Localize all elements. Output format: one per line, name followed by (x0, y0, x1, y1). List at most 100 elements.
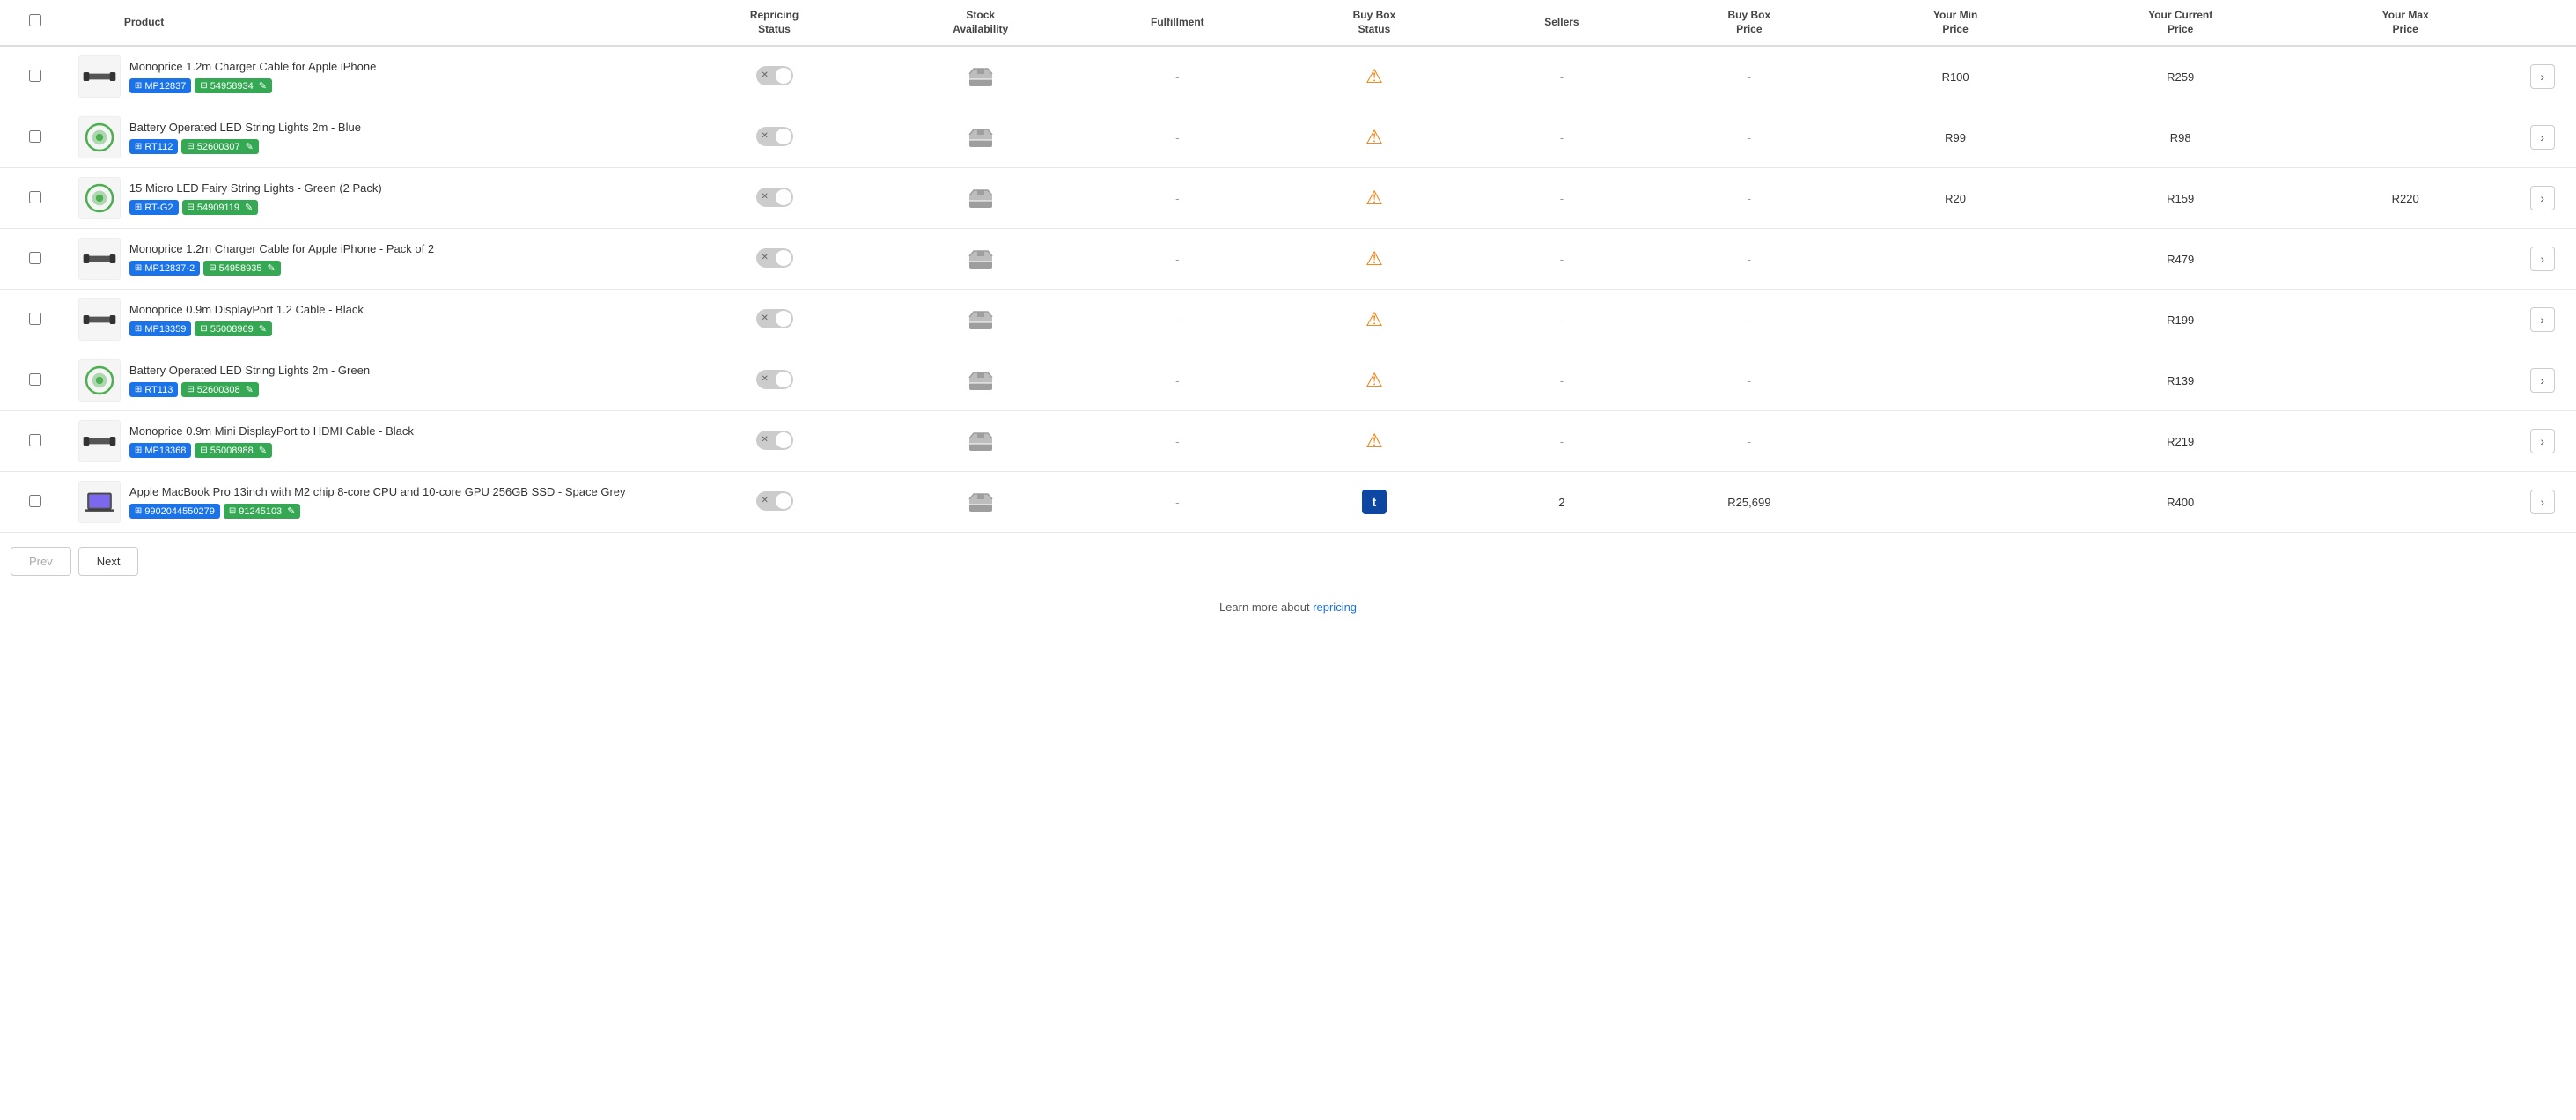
min-price-header: Your MinPrice (1852, 0, 2058, 46)
product-info: Battery Operated LED String Lights 2m - … (129, 364, 664, 397)
row-detail-button[interactable]: › (2530, 247, 2555, 271)
min-price-cell (1852, 229, 2058, 290)
product-name: Apple MacBook Pro 13inch with M2 chip 8-… (129, 485, 664, 500)
current-price-value: R219 (2167, 435, 2194, 448)
buybox-price-value: - (1748, 435, 1751, 448)
buybox-status-cell: ⚠ (1271, 229, 1477, 290)
product-cell: Battery Operated LED String Lights 2m - … (71, 350, 671, 411)
min-price-cell (1852, 472, 2058, 533)
stock-cell (878, 350, 1084, 411)
prev-button[interactable]: Prev (11, 547, 71, 576)
product-info: Monoprice 1.2m Charger Cable for Apple i… (129, 60, 664, 93)
repricing-toggle[interactable]: ✕ (756, 309, 793, 328)
table-row: Monoprice 1.2m Charger Cable for Apple i… (0, 46, 2576, 107)
footer: Learn more about repricing (0, 590, 2576, 624)
buybox-price-cell: - (1646, 107, 1852, 168)
product-tag: ⊟ 55008988 ✎ (195, 443, 272, 458)
buybox-price-cell: - (1646, 229, 1852, 290)
repricing-status-cell: ✕ (671, 472, 877, 533)
repricing-status-cell: ✕ (671, 411, 877, 472)
repricing-status-cell: ✕ (671, 350, 877, 411)
edit-icon[interactable]: ✎ (287, 505, 295, 517)
sellers-cell: - (1477, 107, 1646, 168)
row-checkbox-cell (0, 411, 71, 472)
repricing-status-cell: ✕ (671, 46, 877, 107)
stock-cell (878, 46, 1084, 107)
edit-icon[interactable]: ✎ (246, 384, 254, 395)
edit-icon[interactable]: ✎ (245, 202, 253, 213)
row-checkbox[interactable] (29, 434, 41, 446)
product-cell: Apple MacBook Pro 13inch with M2 chip 8-… (71, 472, 671, 533)
row-checkbox[interactable] (29, 252, 41, 264)
product-tag: ⊟ 91245103 ✎ (224, 504, 301, 519)
row-action-cell: › (2508, 46, 2576, 107)
max-price-cell (2302, 107, 2508, 168)
repricing-link[interactable]: repricing (1313, 601, 1357, 614)
row-checkbox[interactable] (29, 191, 41, 203)
tag-icon: ⊞ (135, 263, 142, 273)
repricing-status-cell: ✕ (671, 290, 877, 350)
product-image (78, 481, 121, 523)
row-checkbox[interactable] (29, 130, 41, 143)
max-price-cell: R220 (2302, 168, 2508, 229)
product-tag: ⊞ 9902044550279 (129, 504, 220, 519)
buybox-status-cell: ⚠ (1271, 168, 1477, 229)
repricing-toggle[interactable]: ✕ (756, 188, 793, 207)
current-price-cell: R219 (2058, 411, 2302, 472)
repricing-status-header: RepricingStatus (671, 0, 877, 46)
product-tags: ⊞ RT-G2 ⊟ 54909119 ✎ (129, 200, 664, 215)
sellers-value: - (1560, 374, 1564, 387)
buybox-price-value: - (1748, 374, 1751, 387)
row-detail-button[interactable]: › (2530, 368, 2555, 393)
repricing-toggle[interactable]: ✕ (756, 491, 793, 511)
product-tags: ⊞ MP12837-2 ⊟ 54958935 ✎ (129, 261, 664, 276)
takealot-badge: t (1362, 490, 1387, 514)
sellers-cell: - (1477, 168, 1646, 229)
product-tag: ⊞ MP13368 (129, 443, 191, 458)
repricing-toggle[interactable]: ✕ (756, 370, 793, 389)
repricing-toggle[interactable]: ✕ (756, 127, 793, 146)
product-info: Battery Operated LED String Lights 2m - … (129, 121, 664, 154)
current-price-header: Your CurrentPrice (2058, 0, 2302, 46)
product-cell: Monoprice 0.9m Mini DisplayPort to HDMI … (71, 411, 671, 472)
row-detail-button[interactable]: › (2530, 125, 2555, 150)
row-detail-button[interactable]: › (2530, 64, 2555, 89)
edit-icon[interactable]: ✎ (259, 323, 267, 335)
edit-icon[interactable]: ✎ (246, 141, 254, 152)
edit-icon[interactable]: ✎ (259, 80, 267, 92)
row-checkbox[interactable] (29, 373, 41, 386)
repricing-toggle[interactable]: ✕ (756, 431, 793, 450)
product-image (78, 116, 121, 158)
row-action-cell: › (2508, 290, 2576, 350)
fulfillment-value: - (1175, 374, 1179, 387)
buybox-price-cell: - (1646, 350, 1852, 411)
row-detail-button[interactable]: › (2530, 307, 2555, 332)
table-row: Monoprice 1.2m Charger Cable for Apple i… (0, 229, 2576, 290)
select-all-checkbox[interactable] (29, 14, 41, 26)
row-detail-button[interactable]: › (2530, 186, 2555, 210)
repricing-status-cell: ✕ (671, 107, 877, 168)
buybox-price-value: - (1748, 192, 1751, 205)
product-name: Monoprice 1.2m Charger Cable for Apple i… (129, 242, 664, 257)
buybox-price-cell: R25,699 (1646, 472, 1852, 533)
sellers-value: - (1560, 192, 1564, 205)
products-table: Product RepricingStatus StockAvailabilit… (0, 0, 2576, 533)
product-tag: ⊟ 52600308 ✎ (181, 382, 259, 397)
product-tags: ⊞ MP13359 ⊟ 55008969 ✎ (129, 321, 664, 336)
repricing-toggle[interactable]: ✕ (756, 248, 793, 268)
product-info: Monoprice 1.2m Charger Cable for Apple i… (129, 242, 664, 276)
row-detail-button[interactable]: › (2530, 490, 2555, 514)
row-detail-button[interactable]: › (2530, 429, 2555, 453)
tag-icon: ⊞ (135, 446, 142, 455)
row-checkbox[interactable] (29, 313, 41, 325)
product-tag: ⊞ MP12837 (129, 78, 191, 93)
next-button[interactable]: Next (78, 547, 139, 576)
current-price-value: R139 (2167, 374, 2194, 387)
row-checkbox[interactable] (29, 495, 41, 507)
repricing-toggle[interactable]: ✕ (756, 66, 793, 85)
row-checkbox[interactable] (29, 70, 41, 82)
edit-icon[interactable]: ✎ (259, 445, 267, 456)
buybox-price-value: - (1748, 253, 1751, 266)
edit-icon[interactable]: ✎ (268, 262, 276, 274)
product-cell: 15 Micro LED Fairy String Lights - Green… (71, 168, 671, 229)
